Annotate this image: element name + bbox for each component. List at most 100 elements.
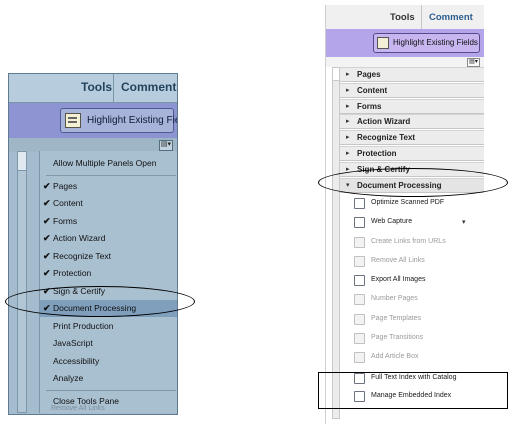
tool-label: Page Transitions bbox=[371, 334, 424, 341]
panel-options-strip: ▤▾ bbox=[9, 138, 177, 152]
tab-divider bbox=[113, 74, 114, 102]
left-scrollbar[interactable] bbox=[17, 151, 27, 413]
menu-item-label: Analyze bbox=[53, 373, 84, 383]
menu-item-recognize-text[interactable]: ✔ Recognize Text bbox=[40, 248, 177, 265]
highlight-button-label: Highlight Existing Fields bbox=[87, 115, 177, 126]
menu-item-analyze[interactable]: Analyze bbox=[40, 370, 177, 387]
menu-item-forms[interactable]: ✔ Forms bbox=[40, 213, 177, 230]
checkmark-icon: ✔ bbox=[43, 233, 51, 243]
menu-separator bbox=[46, 174, 176, 176]
tool-web-capture[interactable]: Web Capture ▾ bbox=[354, 215, 484, 232]
right-tools-panel: Tools Comment Highlight Existing Fields … bbox=[325, 5, 484, 424]
section-label: Pages bbox=[357, 70, 381, 79]
menu-item-content[interactable]: ✔ Content bbox=[40, 195, 177, 212]
panel-options-menu-icon[interactable]: ▤▾ bbox=[159, 140, 173, 151]
chevron-right-icon: ▸ bbox=[346, 71, 350, 78]
menu-item-protection[interactable]: ✔ Protection bbox=[40, 265, 177, 282]
section-pages[interactable]: ▸ Pages bbox=[340, 67, 484, 82]
menu-item-label: Pages bbox=[53, 180, 78, 191]
checkmark-icon: ✔ bbox=[43, 268, 51, 278]
section-recognize-text[interactable]: ▸ Recognize Text bbox=[340, 130, 484, 146]
chevron-right-icon: ▸ bbox=[346, 134, 350, 142]
unlink-icon bbox=[354, 256, 365, 267]
checkmark-icon: ✔ bbox=[43, 215, 51, 226]
tool-page-transitions[interactable]: Page Transitions bbox=[354, 331, 484, 348]
tab-divider bbox=[421, 5, 422, 29]
right-scrollbar[interactable] bbox=[332, 67, 340, 419]
menu-item-accessibility[interactable]: Accessibility bbox=[40, 353, 177, 370]
tab-tools[interactable]: Tools bbox=[390, 12, 415, 23]
chevron-right-icon: ▸ bbox=[346, 102, 350, 110]
tool-remove-all-links[interactable]: Remove All Links bbox=[354, 254, 484, 271]
highlight-button-label: Highlight Existing Fields bbox=[393, 38, 478, 47]
section-label: Recognize Text bbox=[357, 133, 416, 143]
panel-options-strip: ▤▾ bbox=[326, 57, 484, 67]
tool-number-pages[interactable]: Number Pages bbox=[354, 292, 484, 309]
page-template-icon bbox=[354, 314, 365, 325]
panel-options-menu: Allow Multiple Panels Open ✔ Pages ✔ Content… bbox=[39, 151, 177, 413]
menu-item-action-wizard[interactable]: ✔ Action Wizard bbox=[40, 230, 177, 247]
section-label: Forms bbox=[357, 101, 382, 111]
tool-label: Add Article Box bbox=[371, 353, 419, 360]
menu-item-label: Allow Multiple Panels Open bbox=[53, 158, 157, 168]
chevron-right-icon: ▸ bbox=[346, 118, 350, 126]
scrollbar-thumb[interactable] bbox=[333, 68, 339, 81]
checkmark-icon: ✔ bbox=[43, 250, 51, 261]
highlight-oval-right bbox=[318, 168, 508, 197]
tool-export-all-images[interactable]: Export All Images bbox=[354, 273, 484, 290]
tool-label: Create Links from URLs bbox=[371, 238, 446, 245]
menu-item-label: JavaScript bbox=[53, 338, 93, 348]
article-box-icon bbox=[354, 352, 365, 363]
tool-page-templates[interactable]: Page Templates bbox=[354, 312, 484, 329]
menu-item-label: Protection bbox=[53, 268, 92, 278]
section-label: Content bbox=[357, 85, 388, 95]
section-content[interactable]: ▸ Content bbox=[340, 82, 484, 98]
chevron-right-icon: ▸ bbox=[346, 150, 350, 157]
menu-item-label: Print Production bbox=[53, 320, 114, 331]
section-forms[interactable]: ▸ Forms bbox=[340, 98, 484, 114]
form-fields-icon bbox=[377, 37, 389, 49]
section-action-wizard[interactable]: ▸ Action Wizard bbox=[340, 114, 484, 130]
menu-item-label: Action Wizard bbox=[53, 233, 106, 243]
panel-options-menu-icon[interactable]: ▤▾ bbox=[467, 58, 480, 67]
highlight-box-right bbox=[318, 372, 508, 409]
link-icon bbox=[354, 237, 365, 248]
scrollbar-thumb[interactable] bbox=[18, 152, 26, 171]
forms-toolbar: Highlight Existing Fields bbox=[9, 103, 177, 138]
dropdown-arrow-icon[interactable]: ▾ bbox=[462, 218, 466, 226]
menu-item-print-production[interactable]: Print Production bbox=[40, 318, 177, 335]
chevron-right-icon: ▸ bbox=[346, 86, 350, 94]
globe-icon bbox=[354, 217, 365, 228]
section-label: Protection bbox=[357, 149, 397, 158]
tool-label: Web Capture bbox=[371, 218, 413, 225]
image-export-icon bbox=[354, 275, 365, 286]
tab-tools[interactable]: Tools bbox=[81, 80, 112, 94]
tool-optimize-scanned-pdf[interactable]: Optimize Scanned PDF bbox=[354, 196, 484, 213]
highlight-existing-fields-button[interactable]: Highlight Existing Fields bbox=[60, 108, 177, 133]
form-fields-icon bbox=[65, 113, 81, 128]
tool-label: Export All Images bbox=[371, 276, 426, 283]
tool-create-links-from-urls[interactable]: Create Links from URLs bbox=[354, 235, 484, 252]
menu-item-allow-multiple-panels-open[interactable]: Allow Multiple Panels Open bbox=[40, 155, 177, 172]
highlight-existing-fields-button[interactable]: Highlight Existing Fields bbox=[373, 33, 480, 53]
tool-add-article-box[interactable]: Add Article Box bbox=[354, 350, 484, 367]
menu-item-label: Accessibility bbox=[53, 355, 100, 366]
transition-icon bbox=[354, 333, 365, 344]
tab-comment[interactable]: Comment bbox=[121, 80, 176, 94]
left-tools-panel: Tools Comment Highlight Existing Fields … bbox=[8, 73, 178, 415]
left-tab-bar: Tools Comment bbox=[9, 74, 177, 103]
tool-label: Remove All Links bbox=[371, 257, 425, 264]
checkmark-icon: ✔ bbox=[43, 198, 51, 208]
obscured-menu-text: Remove All Links bbox=[51, 405, 105, 412]
menu-item-pages[interactable]: ✔ Pages bbox=[40, 178, 177, 195]
menu-item-javascript[interactable]: JavaScript bbox=[40, 335, 177, 352]
highlight-oval-left bbox=[5, 286, 195, 317]
tab-comment[interactable]: Comment bbox=[429, 12, 473, 23]
menu-item-label: Forms bbox=[53, 215, 78, 226]
forms-toolbar: Highlight Existing Fields bbox=[326, 29, 484, 57]
section-label: Action Wizard bbox=[357, 117, 411, 127]
right-tab-bar: Tools Comment bbox=[326, 5, 484, 30]
section-protection[interactable]: ▸ Protection bbox=[340, 146, 484, 161]
menu-separator bbox=[46, 389, 176, 391]
menu-item-label: Recognize Text bbox=[53, 250, 111, 261]
